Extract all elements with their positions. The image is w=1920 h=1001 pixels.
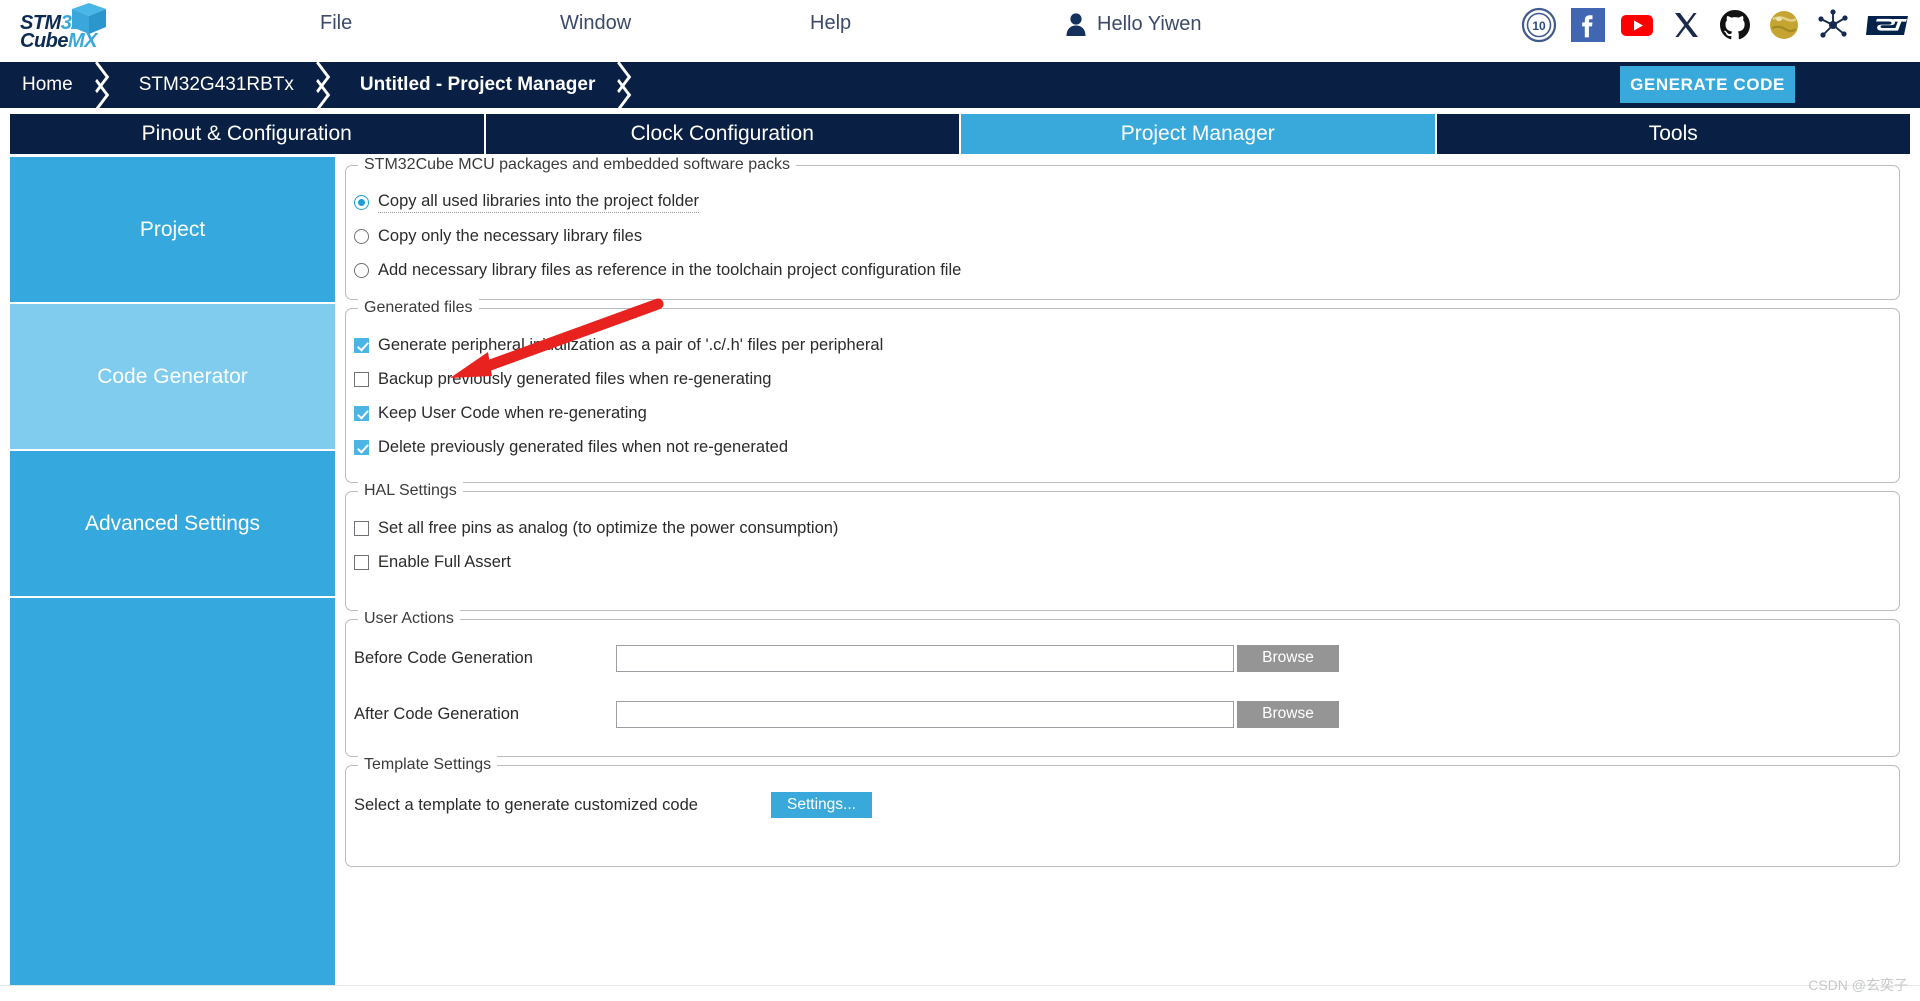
user-avatar-icon	[1066, 13, 1086, 36]
sidebar-item-code-generator[interactable]: Code Generator	[10, 304, 335, 451]
group-hal-settings-legend: HAL Settings	[358, 482, 463, 500]
checkbox-generate-peripheral-init[interactable]: Generate peripheral initialization as a …	[354, 331, 1899, 359]
before-code-generation-label: Before Code Generation	[354, 648, 533, 667]
option-label: Add necessary library files as reference…	[378, 260, 962, 279]
radio-icon	[354, 262, 369, 278]
option-label: Generate peripheral initialization as a …	[378, 335, 884, 354]
logo-text-cubemx: CubeMX	[20, 30, 98, 52]
watermark: CSDN @玄奕子	[1808, 977, 1908, 993]
option-label: Copy only the necessary library files	[378, 226, 643, 245]
code-generator-panel: STM32Cube MCU packages and embedded soft…	[337, 157, 1910, 985]
social-icon-row: 10	[1521, 7, 1912, 43]
project-manager-sidebar: Project Code Generator Advanced Settings	[10, 157, 335, 985]
community-icon[interactable]	[1815, 7, 1851, 43]
facebook-icon[interactable]	[1570, 7, 1606, 43]
option-label: Keep User Code when re-generating	[378, 403, 647, 422]
group-generated-files: Generated files Generate peripheral init…	[345, 299, 1900, 483]
main-tabs: Pinout & Configuration Clock Configurati…	[10, 114, 1910, 154]
breadcrumb-item-home[interactable]: Home	[0, 62, 83, 108]
bottom-strip	[0, 985, 1920, 1001]
breadcrumb-item-project[interactable]: Untitled - Project Manager	[338, 62, 605, 108]
radio-copy-necessary-libraries[interactable]: Copy only the necessary library files	[354, 222, 1899, 250]
template-settings-button[interactable]: Settings...	[771, 792, 872, 818]
tab-project-manager[interactable]: Project Manager	[961, 114, 1435, 154]
checkbox-icon	[354, 439, 369, 455]
app-logo[interactable]: STM32 CubeMX	[8, 2, 118, 60]
sidebar-item-label: Code Generator	[97, 364, 248, 388]
wiki-icon[interactable]	[1766, 7, 1802, 43]
radio-add-reference-libraries[interactable]: Add necessary library files as reference…	[354, 256, 1899, 284]
tab-tools[interactable]: Tools	[1436, 114, 1910, 154]
checkbox-icon	[354, 371, 369, 387]
generate-code-button[interactable]: GENERATE CODE	[1620, 66, 1795, 103]
checkbox-enable-full-assert[interactable]: Enable Full Assert	[354, 548, 1899, 576]
after-code-generation-label: After Code Generation	[354, 704, 520, 723]
st-logo-icon[interactable]	[1864, 7, 1912, 43]
github-icon[interactable]	[1717, 7, 1753, 43]
radio-icon	[354, 228, 369, 244]
x-twitter-icon[interactable]	[1668, 7, 1704, 43]
template-settings-label: Select a template to generate customized…	[354, 795, 698, 814]
group-template-settings: Template Settings Select a template to g…	[345, 756, 1900, 867]
checkbox-icon	[354, 337, 369, 353]
sidebar-item-label: Project	[139, 217, 206, 241]
group-mcu-packages: STM32Cube MCU packages and embedded soft…	[345, 157, 1900, 300]
group-user-actions: User Actions Before Code Generation Brow…	[345, 610, 1900, 757]
option-label: Copy all used libraries into the project…	[378, 192, 700, 213]
group-template-settings-legend: Template Settings	[358, 756, 498, 774]
radio-copy-all-libraries[interactable]: Copy all used libraries into the project…	[354, 188, 1899, 216]
sidebar-filler	[10, 598, 335, 985]
user-greeting[interactable]: Hello Yiwen	[1065, 12, 1202, 36]
chevron-right-icon	[605, 62, 639, 108]
tab-pinout-configuration[interactable]: Pinout & Configuration	[10, 114, 484, 154]
tab-clock-configuration[interactable]: Clock Configuration	[485, 114, 959, 154]
option-label: Set all free pins as analog (to optimize…	[378, 518, 839, 537]
checkbox-keep-user-code[interactable]: Keep User Code when re-generating	[354, 399, 1899, 427]
chevron-right-icon	[83, 62, 117, 108]
radio-icon	[354, 194, 369, 210]
checkbox-delete-previously-generated[interactable]: Delete previously generated files when n…	[354, 433, 1899, 461]
user-action-row-after: After Code Generation Browse	[354, 694, 1899, 734]
template-settings-row: Select a template to generate customized…	[354, 788, 1899, 822]
user-greeting-label: Hello Yiwen	[1097, 12, 1202, 35]
after-code-generation-browse-button[interactable]: Browse	[1237, 700, 1339, 728]
after-code-generation-input[interactable]	[616, 700, 1234, 728]
checkbox-backup-previously-generated[interactable]: Backup previously generated files when r…	[354, 365, 1899, 393]
checkbox-set-free-pins-analog[interactable]: Set all free pins as analog (to optimize…	[354, 514, 1899, 542]
option-label: Enable Full Assert	[378, 552, 511, 571]
checkbox-icon	[354, 520, 369, 536]
breadcrumb-item-mcu[interactable]: STM32G431RBTx	[117, 62, 304, 108]
group-hal-settings: HAL Settings Set all free pins as analog…	[345, 482, 1900, 611]
sidebar-item-advanced-settings[interactable]: Advanced Settings	[10, 451, 335, 598]
user-action-row-before: Before Code Generation Browse	[354, 638, 1899, 678]
anniversary-10-years-icon[interactable]: 10	[1521, 7, 1557, 43]
option-label: Backup previously generated files when r…	[378, 369, 772, 388]
sidebar-item-project[interactable]: Project	[10, 157, 335, 304]
sidebar-item-label: Advanced Settings	[84, 511, 261, 535]
group-user-actions-legend: User Actions	[358, 610, 460, 628]
before-code-generation-browse-button[interactable]: Browse	[1237, 644, 1339, 672]
stm32cubemx-window: STM32 CubeMX File Window Help Hello Yiwe…	[0, 0, 1920, 1001]
option-label: Delete previously generated files when n…	[378, 437, 789, 456]
group-generated-files-legend: Generated files	[358, 299, 479, 317]
before-code-generation-input[interactable]	[616, 644, 1234, 672]
checkbox-icon	[354, 405, 369, 421]
menu-bar: STM32 CubeMX File Window Help Hello Yiwe…	[0, 0, 1920, 62]
youtube-icon[interactable]	[1619, 7, 1655, 43]
svg-text:10: 10	[1532, 19, 1546, 33]
menu-file[interactable]: File	[320, 12, 352, 35]
group-mcu-packages-legend: STM32Cube MCU packages and embedded soft…	[358, 157, 796, 174]
menu-window[interactable]: Window	[560, 12, 631, 35]
chevron-right-icon	[304, 62, 338, 108]
menu-help[interactable]: Help	[810, 12, 851, 35]
checkbox-icon	[354, 554, 369, 570]
